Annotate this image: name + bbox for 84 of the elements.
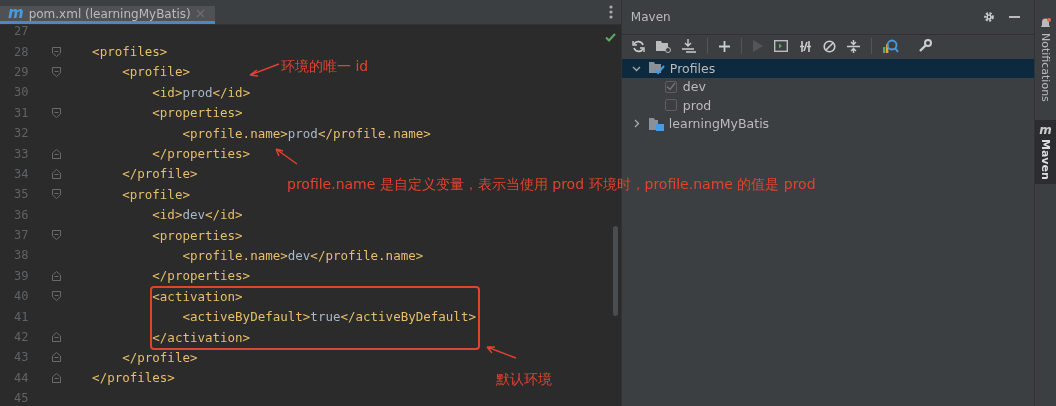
tree-item[interactable]: learningMyBatis — [621, 114, 1035, 133]
line-number: 43 — [13, 350, 30, 365]
line-number: 27 — [13, 24, 30, 39]
arrow — [273, 146, 299, 166]
fold-icon[interactable] — [51, 66, 61, 77]
fold-icon[interactable] — [51, 230, 61, 241]
line-number: 38 — [13, 248, 30, 263]
skip-icon[interactable] — [822, 39, 836, 53]
run-icon[interactable] — [752, 40, 763, 52]
line-number: 35 — [13, 187, 30, 202]
line-number: 28 — [13, 44, 30, 59]
line-number: 34 — [13, 166, 30, 181]
maven-file-icon: m — [8, 6, 24, 21]
fold-icon[interactable] — [51, 372, 61, 383]
scrollbar[interactable] — [613, 226, 618, 316]
check-icon — [605, 33, 616, 42]
folder-check-icon — [648, 61, 665, 76]
settings-icon[interactable] — [983, 11, 996, 23]
line-number: 42 — [13, 330, 30, 345]
code-line: <activeByDefault>true</activeByDefault> — [181, 309, 476, 325]
code-line: <id>dev</id> — [151, 207, 243, 223]
editor-tab[interactable]: m pom.xml (learningMyBatis) — [0, 6, 215, 24]
checkbox[interactable] — [664, 99, 677, 112]
line-number: 37 — [13, 228, 30, 243]
fold-icon[interactable] — [51, 270, 61, 281]
annotation-text: 环境的唯一 id — [281, 58, 369, 76]
code-line: </properties> — [151, 146, 251, 162]
bell-icon — [1040, 18, 1051, 30]
fold-icon[interactable] — [51, 168, 61, 179]
checkbox[interactable] — [664, 80, 677, 93]
download-icon[interactable] — [681, 39, 696, 53]
side-tab[interactable]: Notifications — [1035, 14, 1056, 106]
code-line: <profile.name>prod</profile.name> — [181, 125, 431, 141]
maven-icon: m — [1039, 123, 1052, 136]
terminal-icon[interactable] — [773, 40, 788, 52]
arrow — [484, 344, 518, 360]
refresh-icon[interactable] — [631, 39, 645, 53]
line-number: 31 — [13, 105, 30, 120]
minimize-icon[interactable] — [1009, 16, 1021, 18]
collapse-icon[interactable] — [846, 39, 860, 53]
code-line: <profiles> — [91, 44, 168, 60]
toggle-icon[interactable] — [798, 39, 812, 53]
panel-title: Maven — [630, 10, 671, 24]
code-line: <activation> — [151, 288, 243, 304]
annotation-text: 默认环境 — [496, 371, 552, 389]
line-number: 36 — [13, 207, 30, 222]
line-number: 30 — [13, 85, 30, 100]
code-line: </profile> — [121, 349, 198, 365]
analyze-icon[interactable] — [882, 39, 899, 53]
line-number: 29 — [13, 64, 30, 79]
fold-icon[interactable] — [51, 189, 61, 200]
line-number: 44 — [13, 370, 30, 385]
side-tab[interactable]: m Maven — [1035, 119, 1056, 184]
code-line: </activation> — [151, 329, 251, 345]
line-number: 39 — [13, 268, 30, 283]
code-line: </profile> — [121, 166, 198, 182]
fold-icon[interactable] — [51, 291, 61, 302]
line-number: 45 — [13, 391, 30, 406]
plus-icon[interactable] — [718, 40, 730, 52]
profile-label: dev — [682, 79, 706, 95]
fold-icon[interactable] — [51, 107, 61, 118]
fold-icon[interactable] — [51, 332, 61, 343]
fold-icon[interactable] — [51, 352, 61, 363]
close-icon[interactable] — [195, 9, 205, 18]
fold-icon[interactable] — [51, 148, 61, 159]
profile-label: prod — [682, 97, 712, 113]
code-line: <properties> — [151, 227, 243, 243]
tree-item[interactable]: Profiles — [621, 59, 1035, 78]
line-number: 32 — [13, 126, 30, 141]
folder-icon[interactable] — [655, 39, 671, 53]
code-line: <profile.name>dev</profile.name> — [181, 248, 424, 263]
line-number: 33 — [13, 146, 30, 161]
code-line: <profile> — [121, 186, 190, 202]
code-line: </properties> — [151, 268, 251, 284]
fold-icon[interactable] — [51, 46, 61, 57]
line-number: 40 — [13, 289, 30, 304]
code-line: <id>prod</id> — [151, 84, 251, 100]
code-line: </profiles> — [91, 370, 175, 386]
line-number: 41 — [13, 309, 30, 324]
annotation-text: profile.name 是自定义变量，表示当使用 prod 环境时，profile.name 的值是 prod — [287, 176, 816, 194]
code-line: <profile> — [121, 64, 190, 80]
more-options-icon[interactable] — [608, 5, 613, 19]
module-icon — [648, 116, 664, 131]
code-line: <properties> — [151, 105, 243, 121]
